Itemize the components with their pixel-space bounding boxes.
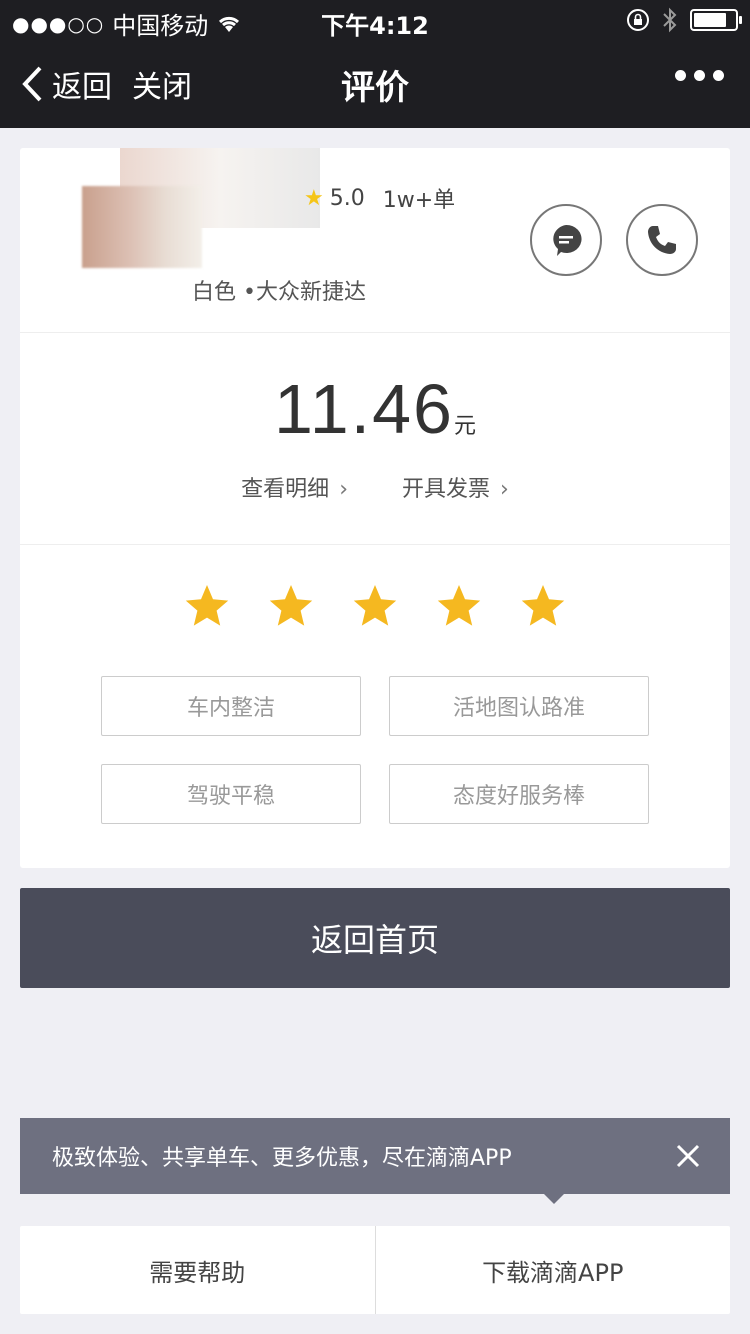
driver-rating-value: 5.0 [329,185,365,211]
star-icon[interactable] [435,582,483,630]
tag-clean-car[interactable]: 车内整洁 [101,676,361,736]
tag-good-service[interactable]: 态度好服务棒 [389,764,649,824]
app-promo-banner: 极致体验、共享单车、更多优惠，尽在滴滴APP [20,1118,730,1194]
return-home-button[interactable]: 返回首页 [20,888,730,988]
fare-links: 查看明细 › 开具发票 › [20,471,730,503]
chevron-right-icon: › [500,477,509,502]
fare-amount: 11.46元 [20,369,730,449]
invoice-link[interactable]: 开具发票 › [402,471,509,503]
driver-rating: ★ 5.0 1w+单 [304,182,455,214]
battery-icon [690,9,742,31]
banner-text: 极致体验、共享单车、更多优惠，尽在滴滴APP [52,1146,512,1171]
star-rating [20,582,730,630]
star-icon[interactable] [519,582,567,630]
avatar [82,186,202,268]
invoice-label: 开具发票 [402,477,491,502]
star-icon[interactable] [183,582,231,630]
star-icon[interactable] [267,582,315,630]
chat-bubble-icon [553,224,582,256]
rotation-lock-icon [627,9,649,31]
fare-unit: 元 [453,414,476,439]
bluetooth-icon [663,7,677,33]
trip-card: ★ 5.0 1w+单 白色 •大众新捷达 11.46元 查看明细 › 开具发票 … [20,148,730,868]
driver-order-count: 1w+单 [382,188,456,213]
close-icon[interactable] [674,1142,702,1170]
status-right [626,7,742,33]
call-driver-button[interactable] [626,204,698,276]
status-bar: ●●●○○ 中国移动 下午4:12 [0,0,750,40]
fare-value: 11.46 [274,370,454,448]
car-info: 白色 •大众新捷达 [192,280,366,305]
bottom-bar: 需要帮助 下载滴滴APP [20,1226,730,1314]
chevron-right-icon: › [339,477,348,502]
tag-smooth-driving[interactable]: 驾驶平稳 [101,764,361,824]
phone-icon [648,226,676,254]
banner-pointer [542,1192,566,1204]
view-details-link[interactable]: 查看明细 › [241,471,348,503]
page-title: 评价 [341,68,409,108]
download-app-button[interactable]: 下载滴滴APP [376,1226,731,1314]
view-details-label: 查看明细 [241,477,330,502]
nav-bar: 返回 关闭 评价 [0,40,750,128]
driver-section: ★ 5.0 1w+单 白色 •大众新捷达 [20,148,730,333]
fare-section: 11.46元 查看明细 › 开具发票 › [20,333,730,545]
review-tags: 车内整洁 活地图认路准 驾驶平稳 态度好服务棒 [101,676,649,824]
help-button[interactable]: 需要帮助 [20,1226,375,1314]
more-dots-icon[interactable] [675,70,724,81]
tag-knows-route[interactable]: 活地图认路准 [389,676,649,736]
message-driver-button[interactable] [530,204,602,276]
star-icon[interactable] [351,582,399,630]
star-icon: ★ [304,185,324,211]
